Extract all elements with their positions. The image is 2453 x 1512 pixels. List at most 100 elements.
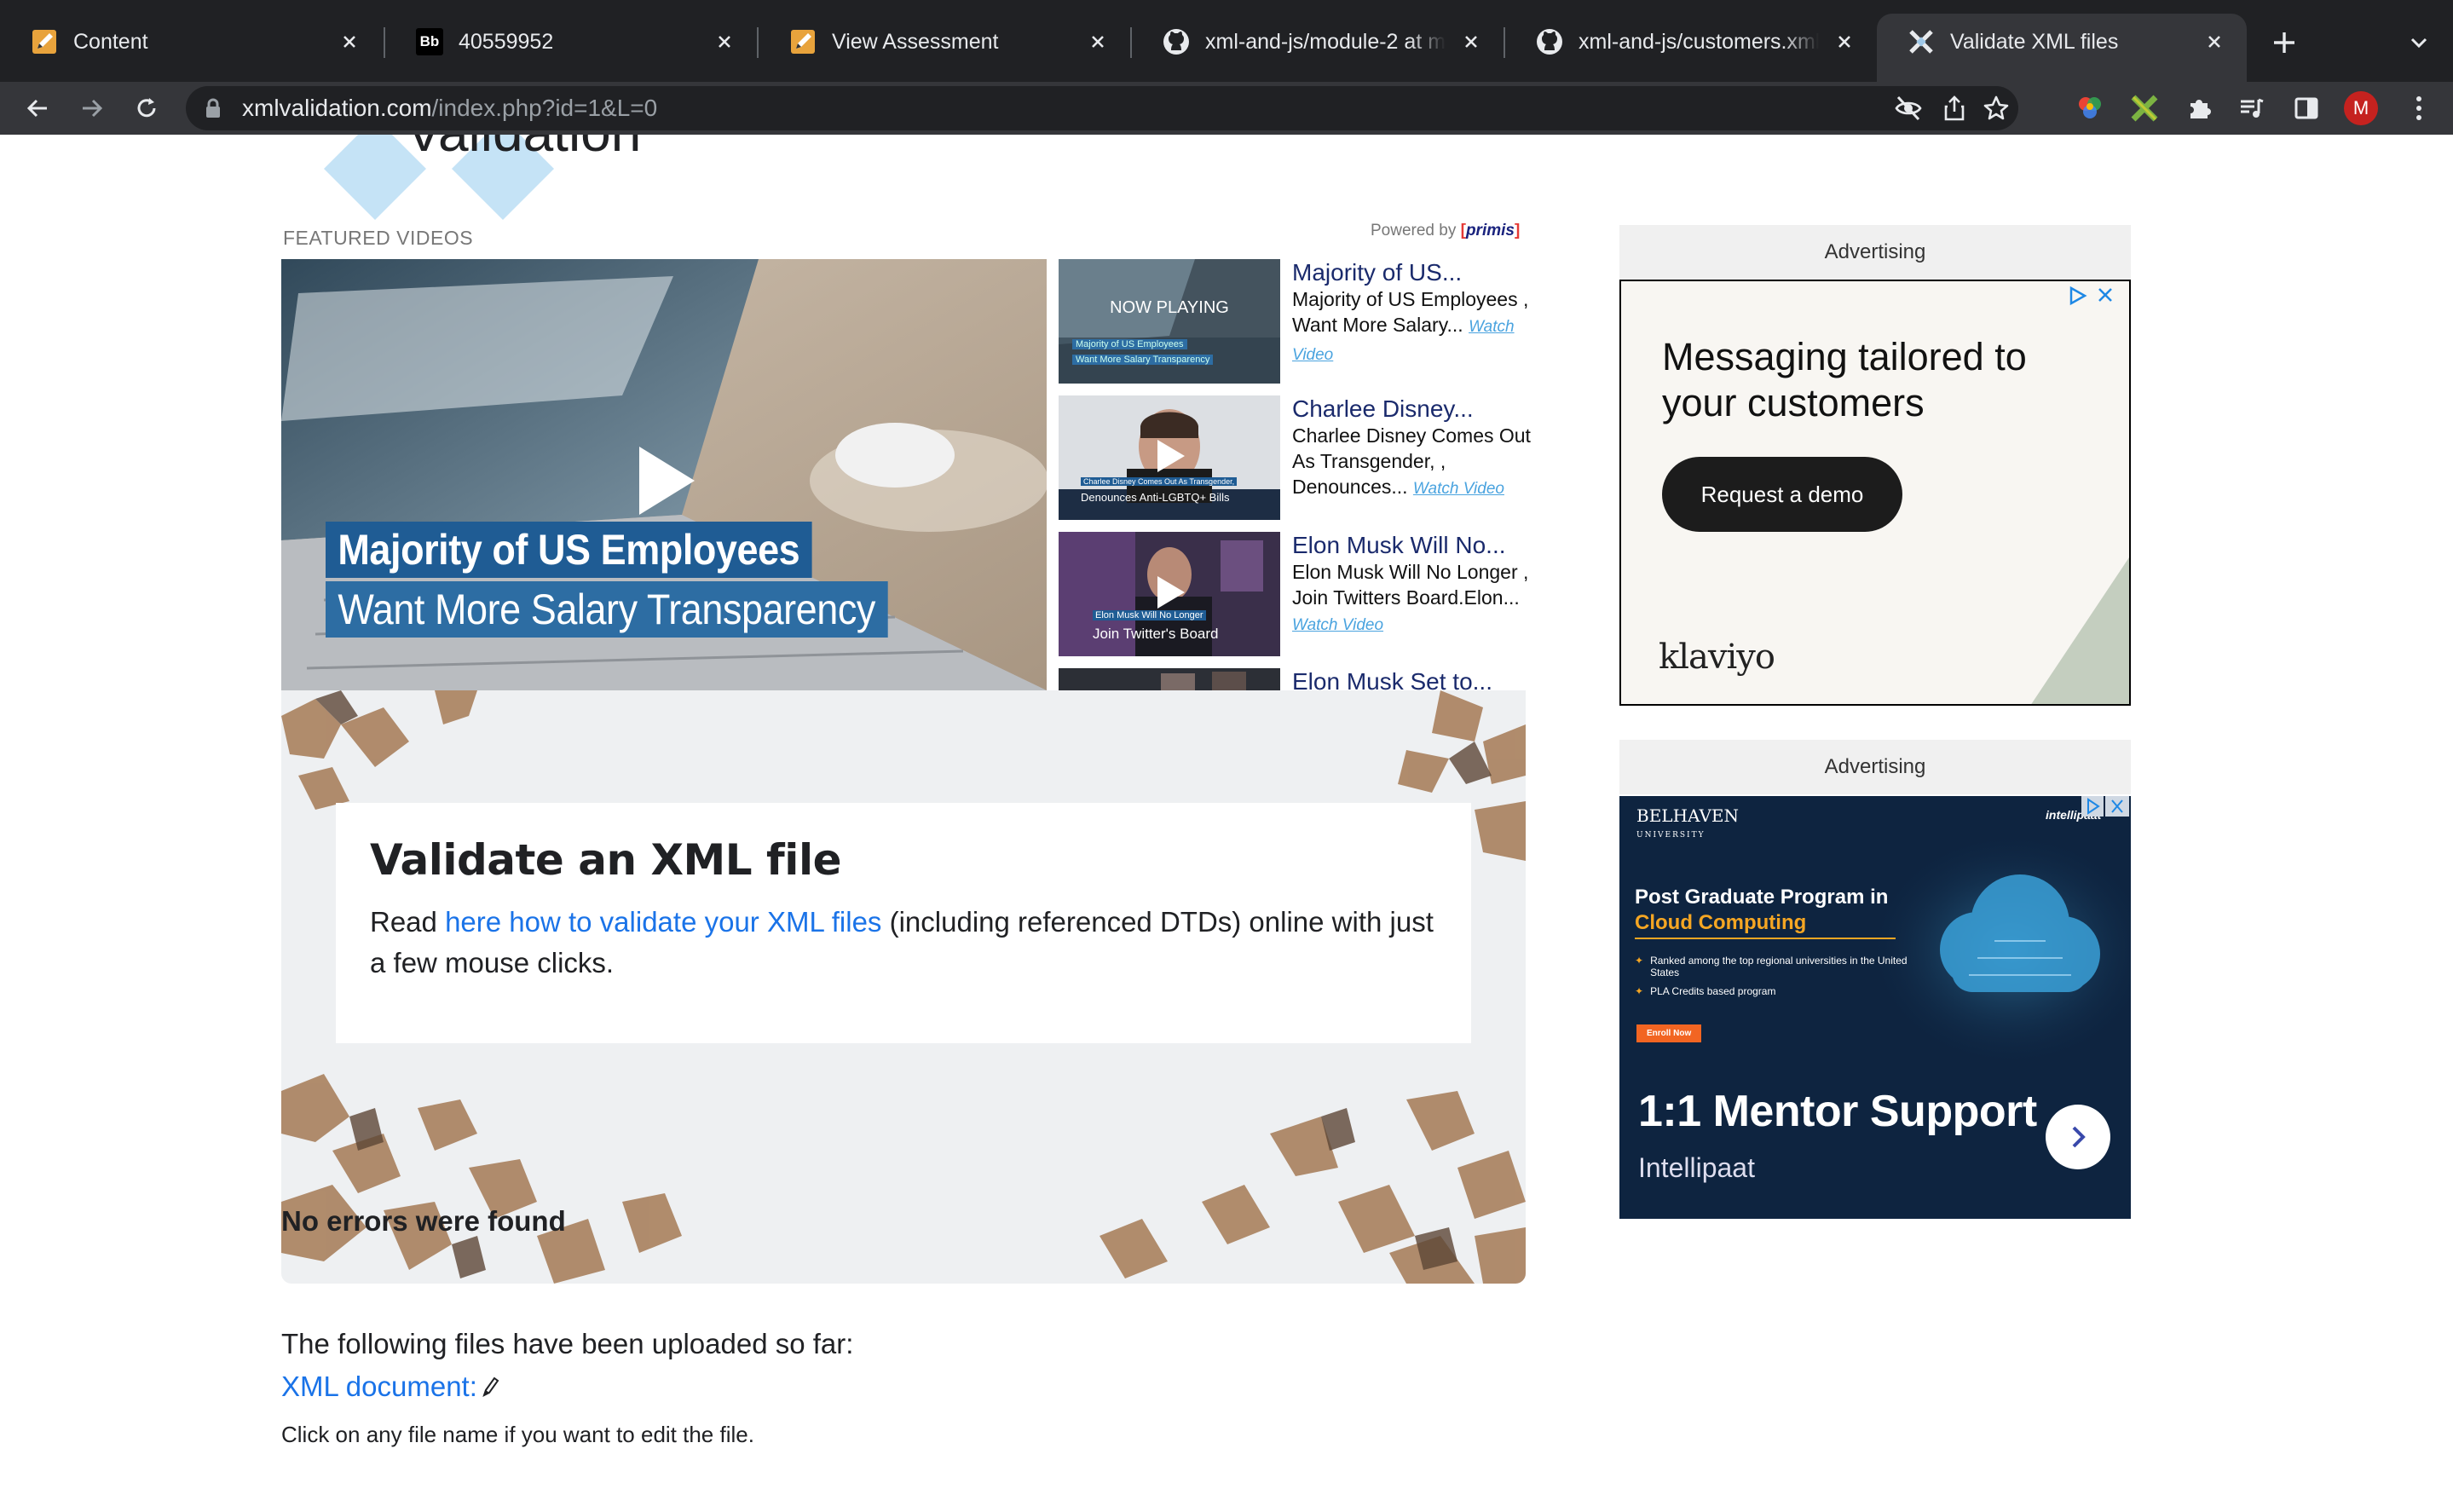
validation-result: No errors were found (281, 1205, 566, 1237)
play-button[interactable] (614, 434, 707, 528)
side-panel-icon[interactable] (2289, 91, 2323, 125)
address-bar[interactable]: xmlvalidation.com/index.php?id=1&L=0 (186, 86, 2018, 130)
thumb-caption: Denounces Anti-LGBTQ+ Bills (1081, 491, 1230, 504)
xml-document-link[interactable]: XML document: (281, 1371, 499, 1403)
uploaded-files-label: The following files have been uploaded s… (281, 1328, 854, 1359)
url-path: /index.php?id=1&L=0 (431, 95, 658, 121)
back-button[interactable] (20, 91, 55, 125)
video-caption-line1: Majority of US Employees (326, 522, 812, 578)
play-icon[interactable] (1147, 571, 1190, 614)
close-icon[interactable] (1084, 28, 1111, 55)
how-to-validate-link[interactable]: here how to validate your XML files (445, 906, 881, 938)
ad-heading-line1: Post Graduate Program in (1635, 886, 1889, 909)
edit-pencil-icon[interactable] (481, 1375, 499, 1399)
page-viewport: Validation FEATURED VIDEOS Powered by [p… (0, 135, 2453, 1512)
profile-avatar[interactable]: M (2344, 91, 2378, 125)
forward-button[interactable] (75, 91, 109, 125)
video-caption-line2: Want More Salary Transparency (326, 581, 888, 638)
github-icon (1163, 28, 1190, 55)
validate-hero-banner: Validate an XML file Read here how to va… (281, 690, 1526, 1284)
ad-headline: Messaging tailored to your customers (1662, 335, 2027, 424)
tab-strip: Content Bb 40559952 View Assessment xml-… (0, 0, 2453, 82)
ad-advertiser-name: Intellipaat (1638, 1152, 1755, 1183)
new-tab-button[interactable] (2267, 26, 2301, 60)
advertising-label: Advertising (1619, 740, 2131, 794)
github-icon (1536, 28, 1563, 55)
tab-title: xml-and-js/customers.xml a (1579, 29, 1819, 54)
advertising-label: Advertising (1619, 225, 2131, 280)
bookmark-star-icon[interactable] (1983, 95, 2010, 122)
validate-instructions: Read here how to validate your XML files… (370, 902, 1437, 984)
close-icon[interactable] (1831, 28, 1858, 55)
adchoices-icon[interactable] (2066, 285, 2088, 307)
main-video-player[interactable]: Majority of US Employees Want More Salar… (281, 259, 1047, 690)
extensions-puzzle-icon[interactable] (2182, 91, 2216, 125)
ad-bullet: ✦ PLA Credits based program (1635, 985, 1776, 997)
tab-title: Content (73, 29, 148, 54)
close-icon[interactable] (711, 28, 738, 55)
playlist-title[interactable]: Majority of US... (1292, 259, 1539, 286)
tracking-off-eye-icon[interactable] (1894, 95, 1923, 122)
powered-by-prefix: Powered by (1371, 222, 1457, 239)
adchoices-icon[interactable] (2081, 796, 2104, 817)
ad-bullet-text: PLA Credits based program (1650, 985, 1776, 997)
avatar: M (2344, 91, 2378, 125)
klaviyo-logo: klaviyo (1659, 638, 1775, 677)
url-host: xmlvalidation.com (242, 95, 432, 121)
enroll-now-button[interactable]: Enroll Now (1636, 1024, 1702, 1042)
playlist-desc: Elon Musk Will No Longer , Join Twitters… (1292, 561, 1529, 609)
ad-bullet: ✦ Ranked among the top regional universit… (1635, 955, 1916, 978)
ad-divider (1635, 938, 1896, 939)
klaviyo-ad[interactable]: Messaging tailored to your customers Req… (1619, 280, 2131, 706)
tab-view-assessment[interactable]: View Assessment (759, 14, 1130, 70)
brand-name: BELHAVEN (1636, 805, 1740, 826)
video-thumbnail: Charlee Disney Comes Out As Transgender,… (1059, 395, 1280, 520)
tab-title: 40559952 (459, 29, 554, 54)
color-extension-icon[interactable] (2073, 91, 2107, 125)
play-icon[interactable] (1147, 435, 1190, 477)
tab-search-chevron-icon[interactable] (2402, 26, 2436, 60)
tab-title: View Assessment (832, 29, 999, 54)
media-queue-icon[interactable] (2235, 91, 2269, 125)
playlist-title[interactable]: Charlee Disney... (1292, 395, 1539, 423)
page-title: Validate an XML file (370, 835, 842, 885)
tab-content[interactable]: Content (0, 14, 382, 70)
playlist-item[interactable]: Elon Musk Will No Longer Join Twitter's … (1059, 532, 1536, 660)
playlist-title[interactable]: Elon Musk Will No... (1292, 532, 1539, 559)
watch-video-link[interactable]: Watch Video (1292, 616, 1383, 634)
powered-by[interactable]: Powered by [primis] (1371, 222, 1520, 240)
tab-title: Validate XML files (1950, 29, 2119, 54)
reload-button[interactable] (130, 91, 164, 125)
thumb-caption: Majority of US Employees (1072, 339, 1187, 349)
tab-github-customers[interactable]: xml-and-js/customers.xml a (1505, 14, 1877, 70)
thumb-caption: Charlee Disney Comes Out As Transgender, (1081, 477, 1238, 486)
request-demo-button[interactable]: Request a demo (1662, 457, 1902, 532)
kebab-menu-icon[interactable] (2402, 91, 2436, 125)
xml-validation-icon (1908, 28, 1935, 55)
share-icon[interactable] (1942, 95, 1967, 122)
ad-heading-accent: Cloud Computing (1635, 911, 1807, 934)
watch-video-link[interactable]: Watch Video (1413, 480, 1504, 498)
now-playing-overlay: NOW PLAYING (1110, 298, 1229, 317)
tab-blackboard[interactable]: Bb 40559952 (385, 14, 757, 70)
xml-extension-icon[interactable] (2127, 91, 2162, 125)
close-icon[interactable] (2201, 28, 2228, 55)
intellipaat-ad[interactable]: BELHAVEN UNIVERSITY intellipaat Post Grad… (1619, 796, 2131, 1219)
tab-github-module-2[interactable]: xml-and-js/module-2 at ma (1132, 14, 1504, 70)
playlist-item[interactable]: NOW PLAYING Majority of US Employees Wan… (1059, 259, 1536, 387)
xml-document-label[interactable]: XML document: (281, 1371, 477, 1403)
ad-next-button[interactable] (2046, 1105, 2110, 1169)
featured-videos-label: FEATURED VIDEOS (283, 227, 474, 249)
ad-close-icon[interactable] (2105, 796, 2129, 817)
playlist-item[interactable]: Charlee Disney Comes Out As Transgender,… (1059, 395, 1536, 523)
ad-close-icon[interactable] (2095, 285, 2115, 305)
lock-icon[interactable] (205, 98, 222, 118)
close-icon[interactable] (1457, 28, 1485, 55)
video-thumbnail: Elon Musk Will No Longer Join Twitter's … (1059, 532, 1280, 656)
tab-validate-xml[interactable]: Validate XML files (1877, 14, 2247, 82)
browser-toolbar: xmlvalidation.com/index.php?id=1&L=0 M (0, 82, 2453, 135)
close-icon[interactable] (336, 28, 363, 55)
validate-card: Validate an XML file Read here how to va… (336, 803, 1471, 1043)
chevron-right-icon (2072, 1126, 2086, 1148)
thumb-caption: Want More Salary Transparency (1072, 355, 1214, 365)
